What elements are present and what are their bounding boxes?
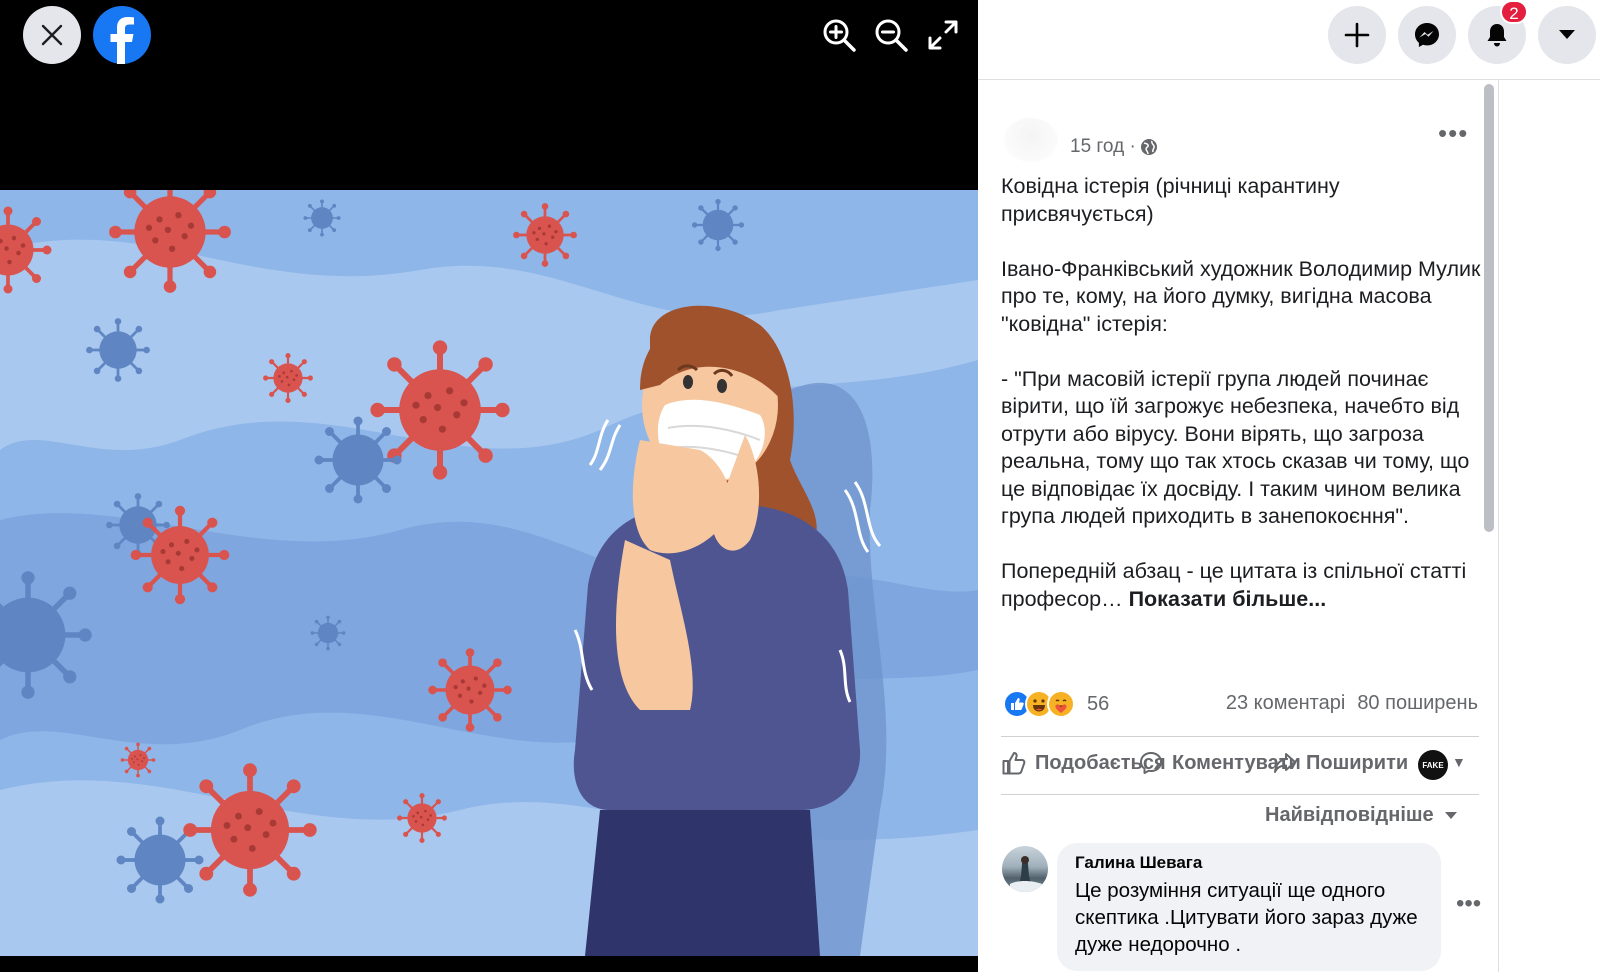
page-avatar[interactable]	[1004, 118, 1058, 162]
comment-icon	[1140, 752, 1162, 774]
messenger-icon	[1415, 23, 1439, 47]
see-more-link[interactable]: Показати більше...	[1129, 587, 1327, 611]
panel-scrollbar[interactable]	[1484, 84, 1494, 532]
post-timestamp[interactable]: 15 год ·	[1070, 136, 1158, 158]
post-paragraph: - "При масовій істерії група людей почин…	[1001, 366, 1470, 529]
plus-icon	[1344, 22, 1370, 48]
globe-icon	[1140, 139, 1157, 155]
bell-icon	[1487, 24, 1507, 47]
reactions-summary[interactable]: 56	[1003, 690, 1109, 718]
comments-count-link[interactable]: 23 коментарі	[1226, 692, 1345, 715]
engagement-counts: 23 коментарі 80 поширень	[1226, 692, 1478, 715]
comment-sort-dropdown[interactable]: Найвідповідніше	[1265, 804, 1458, 827]
zoom-in-icon[interactable]	[820, 16, 858, 54]
comment-bubble: Галина Шевага Це розуміння ситуації ще о…	[1057, 843, 1441, 971]
post-paragraph: Ковідна істерія (річниці карантину присв…	[1001, 174, 1340, 226]
sort-label: Найвідповідніше	[1265, 804, 1434, 826]
facebook-logo-icon[interactable]	[93, 6, 151, 64]
post-body: Ковідна істерія (річниці карантину присв…	[1001, 173, 1481, 613]
thumbs-up-icon	[1002, 752, 1026, 775]
share-button[interactable]: Поширити	[1272, 750, 1408, 776]
comment-text: Це розуміння ситуації ще одного скептика…	[1075, 879, 1418, 956]
caret-down-icon	[1444, 811, 1457, 819]
divider-line	[1001, 794, 1479, 795]
photo-illustration	[0, 190, 978, 956]
share-icon	[1274, 753, 1296, 773]
messenger-button[interactable]	[1398, 6, 1456, 64]
panel-divider	[1498, 80, 1499, 972]
zoom-out-icon[interactable]	[872, 16, 910, 54]
page-identity-badge[interactable]: FAKE	[1418, 750, 1448, 780]
create-button[interactable]	[1328, 6, 1386, 64]
post-options-button[interactable]: •••	[1438, 118, 1468, 149]
comment-options-button[interactable]: •••	[1456, 890, 1481, 918]
photo-viewer	[0, 0, 978, 972]
reaction-count: 56	[1087, 692, 1110, 715]
comment-author[interactable]: Галина Шевага	[1075, 853, 1423, 873]
post-paragraph: Івано-Франківський художник Володимир Му…	[1001, 256, 1481, 336]
fullscreen-icon[interactable]	[924, 16, 962, 54]
close-button[interactable]	[23, 6, 81, 64]
post-time-text: 15 год ·	[1070, 136, 1136, 157]
commenter-avatar[interactable]	[1002, 846, 1048, 892]
caret-down-icon	[1559, 30, 1575, 39]
shares-count-link[interactable]: 80 поширень	[1357, 692, 1478, 715]
share-label: Поширити	[1306, 751, 1409, 774]
divider-line	[1001, 736, 1479, 737]
notification-count-badge: 2	[1500, 0, 1528, 24]
post-paragraph-last: Попередній абзац - це цитата із спільної…	[1001, 558, 1481, 613]
account-menu-button[interactable]	[1538, 6, 1596, 64]
care-reaction-icon	[1047, 690, 1075, 718]
close-icon	[41, 24, 63, 46]
identity-caret-icon[interactable]: ▼	[1452, 754, 1466, 770]
